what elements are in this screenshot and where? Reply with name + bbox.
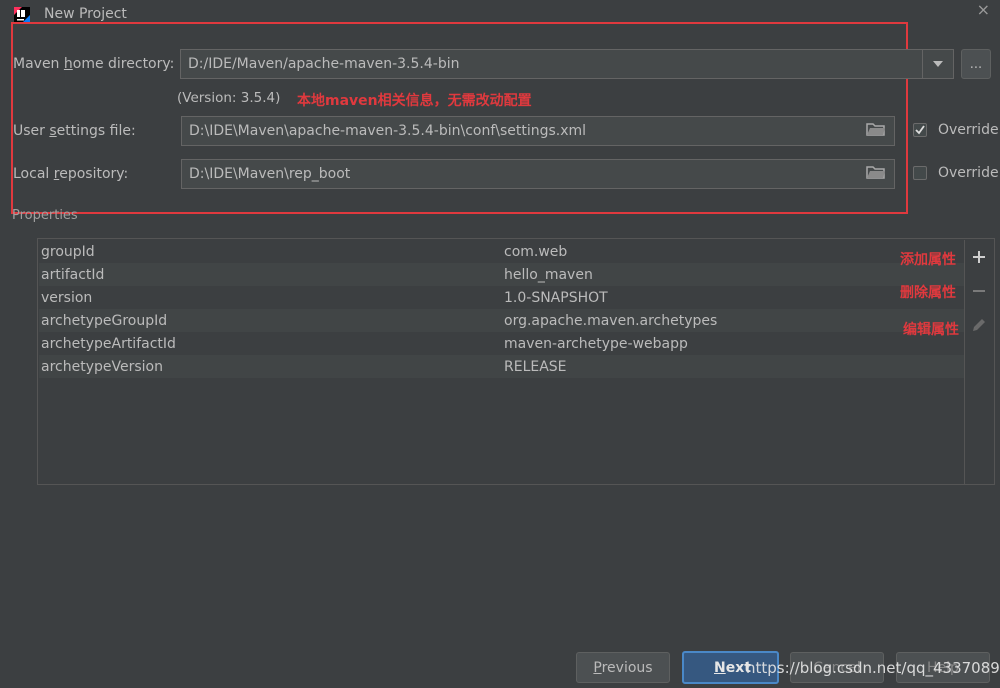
table-row[interactable]: groupId com.web: [39, 240, 964, 263]
property-key: archetypeArtifactId: [41, 335, 176, 352]
properties-section-label: Properties: [12, 208, 78, 223]
property-value: RELEASE: [504, 358, 567, 375]
annotation-add-property: 添加属性: [900, 252, 956, 268]
user-settings-field[interactable]: D:\IDE\Maven\apache-maven-3.5.4-bin\conf…: [181, 116, 895, 146]
folder-icon[interactable]: [866, 164, 886, 184]
folder-icon[interactable]: [866, 121, 886, 141]
properties-toolbar: [964, 240, 993, 484]
property-value: com.web: [504, 243, 568, 260]
user-settings-label: User settings file:: [13, 123, 136, 139]
table-row[interactable]: archetypeVersion RELEASE: [39, 355, 964, 378]
minus-icon[interactable]: [965, 280, 993, 302]
table-row[interactable]: version 1.0-SNAPSHOT: [39, 286, 964, 309]
pencil-icon[interactable]: [965, 314, 993, 336]
settings-override-label[interactable]: Override: [938, 122, 999, 138]
settings-override-checkbox[interactable]: [913, 123, 927, 137]
properties-table[interactable]: groupId com.web artifactId hello_maven v…: [37, 238, 995, 485]
annotation-remove-property: 删除属性: [900, 285, 956, 301]
maven-home-label: Maven home directory:: [13, 56, 175, 72]
property-key: archetypeVersion: [41, 358, 163, 375]
maven-version-text: (Version: 3.5.4): [177, 90, 281, 106]
table-row[interactable]: archetypeArtifactId maven-archetype-weba…: [39, 332, 964, 355]
plus-icon[interactable]: [965, 246, 993, 268]
table-row[interactable]: artifactId hello_maven: [39, 263, 964, 286]
local-repository-value: D:\IDE\Maven\rep_boot: [189, 166, 351, 182]
property-key: artifactId: [41, 266, 105, 283]
maven-home-combo[interactable]: D:/IDE/Maven/apache-maven-3.5.4-bin: [180, 49, 954, 79]
local-repository-label: Local repository:: [13, 166, 129, 182]
window-title: New Project: [44, 6, 127, 22]
user-settings-value: D:\IDE\Maven\apache-maven-3.5.4-bin\conf…: [189, 123, 587, 139]
property-value: 1.0-SNAPSHOT: [504, 289, 608, 306]
csdn-watermark: https://blog.csdn.net/qq_43370892: [746, 659, 1000, 677]
property-value: org.apache.maven.archetypes: [504, 312, 718, 329]
property-key: version: [41, 289, 93, 306]
table-row[interactable]: archetypeGroupId org.apache.maven.archet…: [39, 309, 964, 332]
annotation-edit-property: 编辑属性: [903, 322, 959, 338]
property-value: maven-archetype-webapp: [504, 335, 688, 352]
annotation-local-info: 本地maven相关信息，无需改动配置: [297, 93, 532, 109]
property-key: groupId: [41, 243, 95, 260]
repo-override-checkbox[interactable]: [913, 166, 927, 180]
property-key: archetypeGroupId: [41, 312, 168, 329]
local-repository-field[interactable]: D:\IDE\Maven\rep_boot: [181, 159, 895, 189]
previous-button[interactable]: Previous: [576, 652, 670, 683]
repo-override-label[interactable]: Override: [938, 165, 999, 181]
chevron-down-icon[interactable]: [922, 50, 953, 78]
maven-home-value: D:/IDE/Maven/apache-maven-3.5.4-bin: [188, 56, 460, 72]
property-value: hello_maven: [504, 266, 593, 283]
close-icon[interactable]: ×: [977, 0, 990, 19]
browse-maven-home-button[interactable]: ...: [961, 49, 991, 79]
